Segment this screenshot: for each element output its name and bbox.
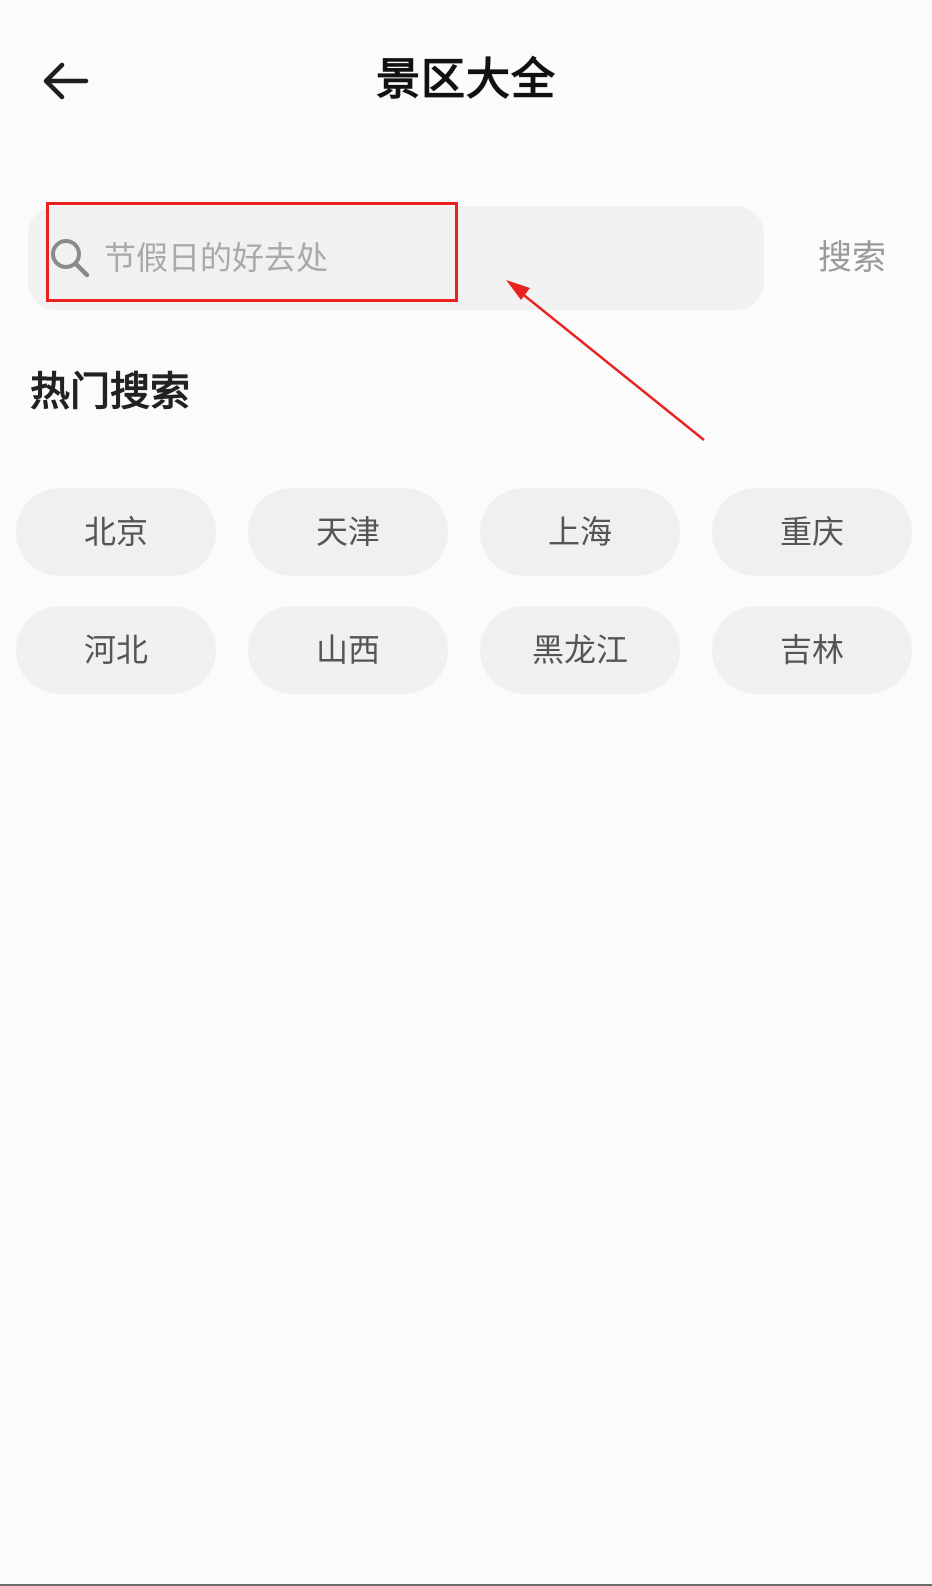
search-input[interactable] bbox=[104, 228, 724, 288]
hot-search-chip-heilongjiang[interactable]: 黑龙江 bbox=[480, 606, 680, 694]
hot-search-chip-beijing[interactable]: 北京 bbox=[16, 488, 216, 576]
search-button[interactable]: 搜索 bbox=[800, 230, 904, 286]
hot-search-chip-shanghai[interactable]: 上海 bbox=[480, 488, 680, 576]
hot-search-chip-shanxi[interactable]: 山西 bbox=[248, 606, 448, 694]
search-icon bbox=[51, 239, 90, 278]
hot-search-title: 热门搜索 bbox=[30, 369, 190, 415]
hot-search-chip-hebei[interactable]: 河北 bbox=[16, 606, 216, 694]
hot-search-chip-jilin[interactable]: 吉林 bbox=[712, 606, 912, 694]
hot-search-chip-tianjin[interactable]: 天津 bbox=[248, 488, 448, 576]
search-box[interactable] bbox=[28, 206, 764, 310]
page-title: 景区大全 bbox=[376, 54, 556, 105]
hot-search-chip-chongqing[interactable]: 重庆 bbox=[712, 488, 912, 576]
